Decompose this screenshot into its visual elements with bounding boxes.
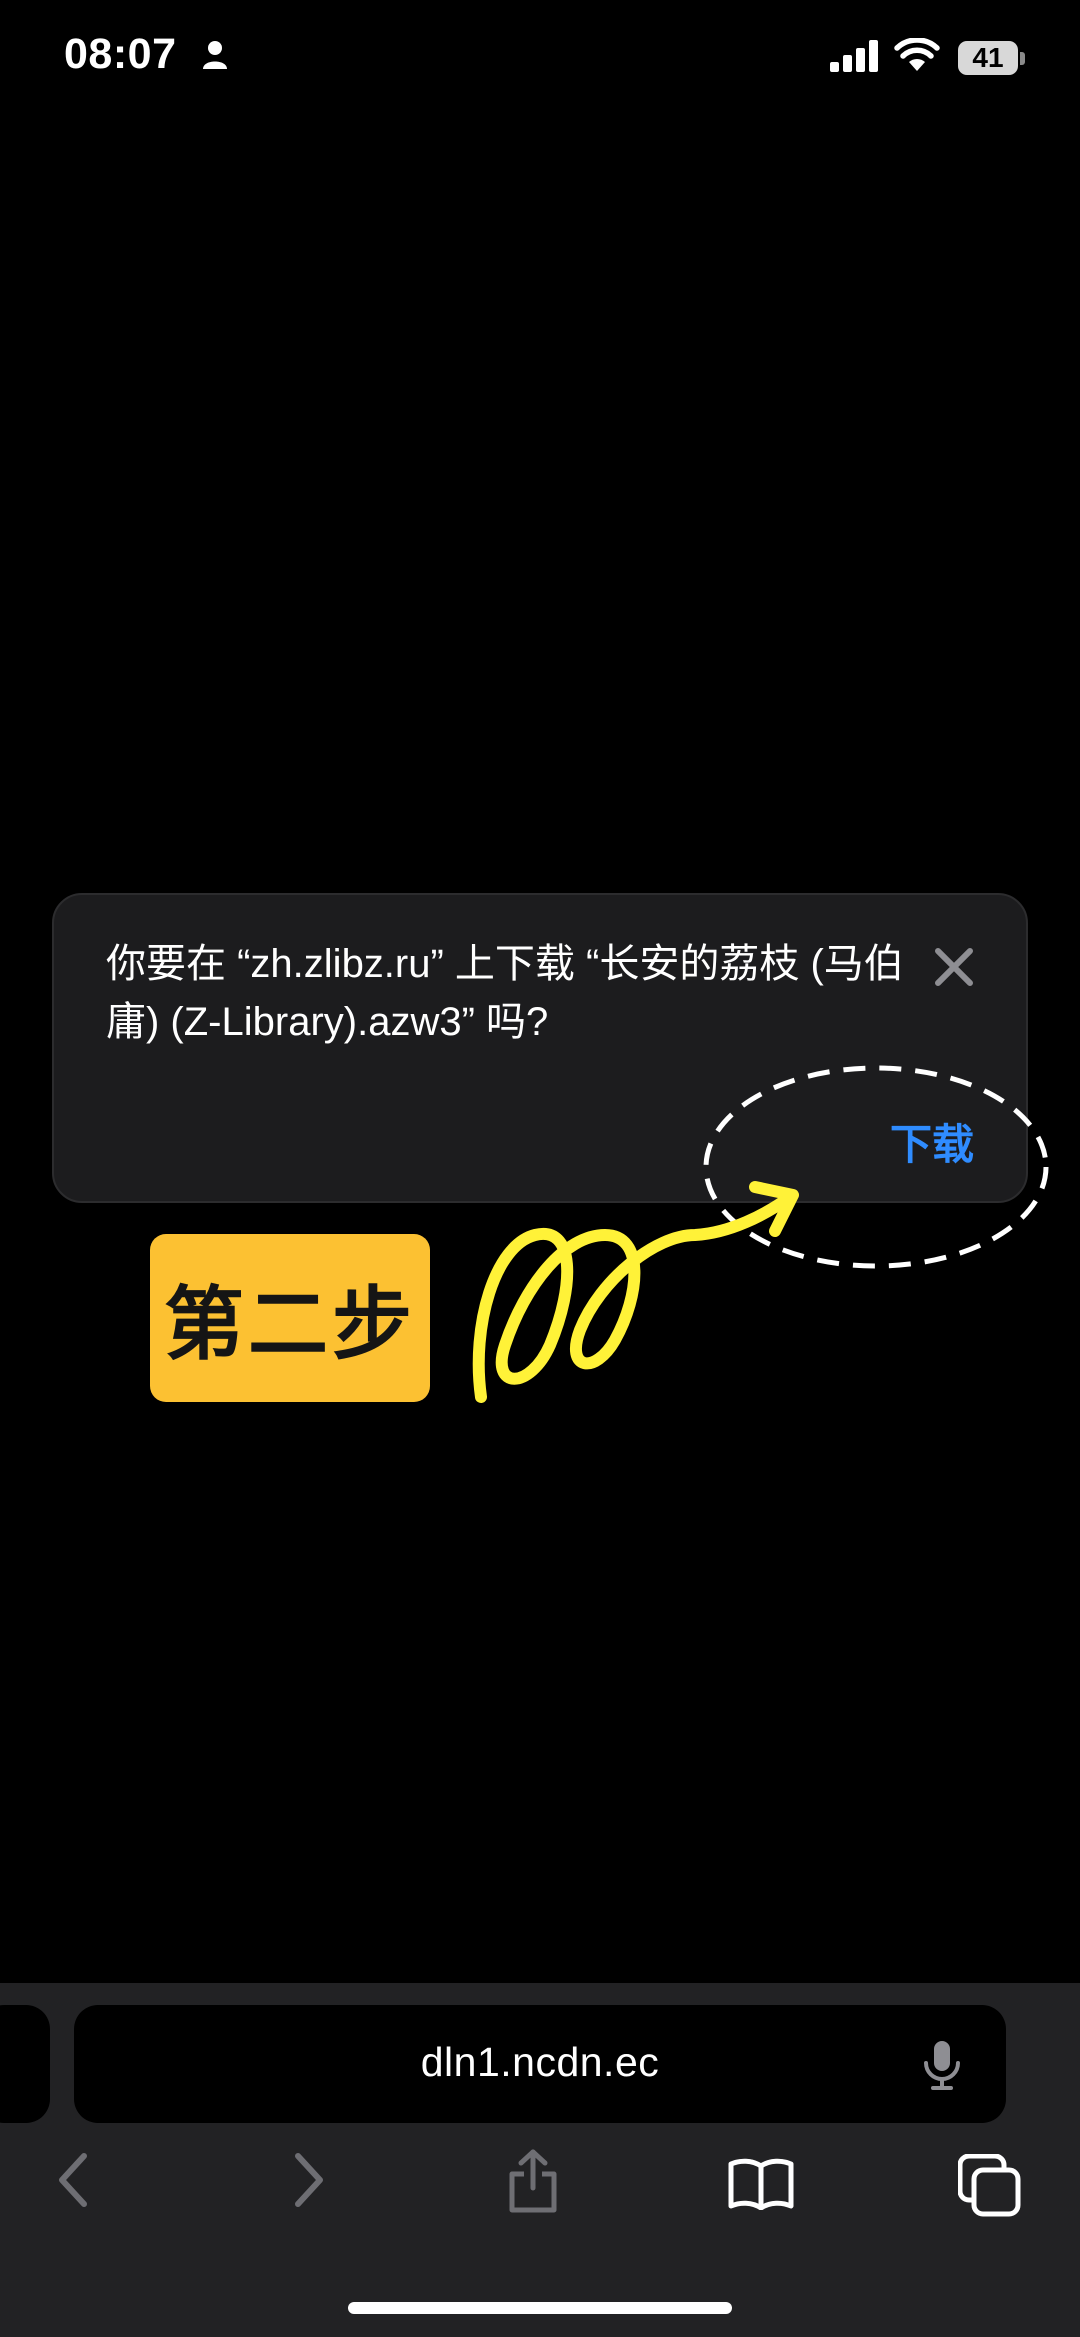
wifi-icon: [894, 38, 940, 71]
signal-icon: [830, 40, 878, 72]
home-indicator[interactable]: [348, 2302, 732, 2314]
safari-screen: 08:07 41 你要在 “zh.zlibz.ru” 上下载 “长安的荔枝 (马…: [0, 0, 1080, 2337]
step-label: 第二步: [164, 1280, 416, 1369]
previous-tab-preview[interactable]: [0, 2005, 50, 2123]
address-text: dln1.ncdn.ec: [420, 2039, 660, 2085]
back-icon[interactable]: [54, 2150, 94, 2210]
microphone-icon[interactable]: [922, 2039, 962, 2091]
battery-nub: [1020, 52, 1025, 65]
battery-level: 41: [972, 42, 1004, 73]
battery-indicator: 41: [958, 41, 1018, 75]
step-badge: 第二步: [150, 1234, 430, 1402]
looping-arrow-icon: [472, 1181, 799, 1403]
close-icon[interactable]: [926, 939, 982, 995]
tabs-icon[interactable]: [958, 2154, 1022, 2218]
person-icon: [203, 41, 227, 69]
status-time: 08:07: [64, 30, 177, 78]
address-bar[interactable]: dln1.ncdn.ec: [74, 2005, 1006, 2123]
share-icon[interactable]: [506, 2148, 560, 2214]
forward-icon[interactable]: [288, 2150, 328, 2210]
dialog-message: 你要在 “zh.zlibz.ru” 上下载 “长安的荔枝 (马伯庸) (Z-Li…: [106, 942, 904, 1044]
bookmarks-icon[interactable]: [728, 2156, 794, 2210]
